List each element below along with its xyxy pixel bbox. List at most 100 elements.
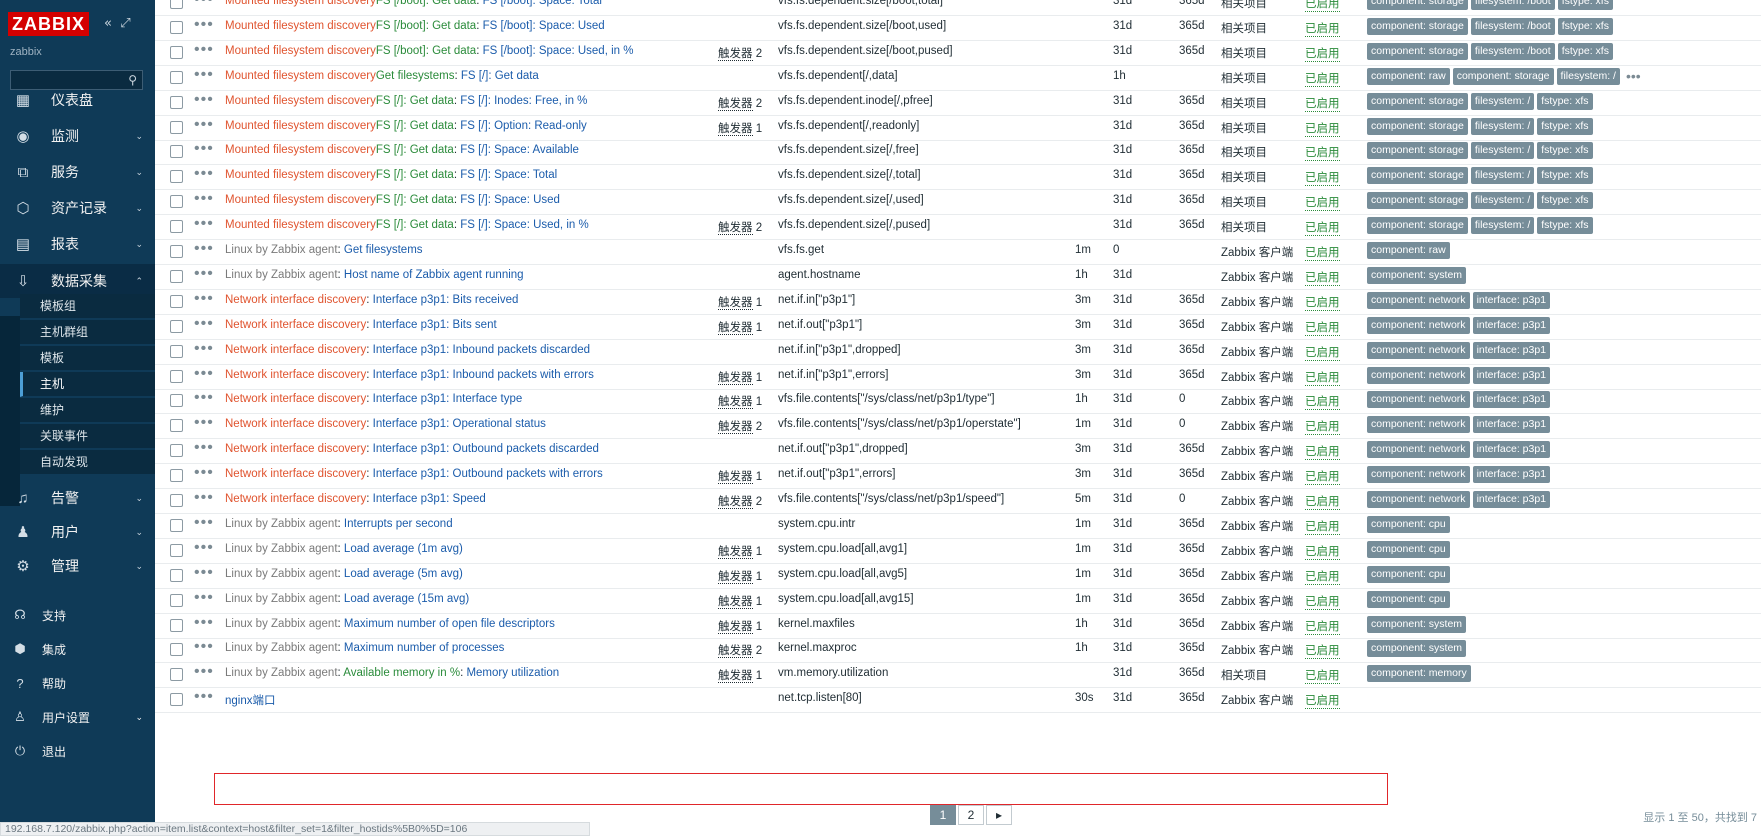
tag[interactable]: fstype: xfs [1557, 17, 1613, 35]
template-link[interactable]: Network interface discovery [225, 393, 366, 405]
status-toggle[interactable]: 已启用 [1305, 393, 1340, 411]
template-link[interactable]: Linux by Zabbix agent [225, 568, 338, 580]
tag[interactable]: filesystem: / [1470, 167, 1535, 185]
template-link[interactable]: Mounted filesystem discovery [225, 169, 376, 181]
tag[interactable]: component: cpu [1367, 515, 1450, 533]
row-checkbox[interactable] [170, 0, 183, 9]
row-checkbox[interactable] [170, 618, 183, 632]
row-checkbox[interactable] [170, 693, 183, 707]
zabbix-logo[interactable]: ZABBIX [8, 12, 89, 36]
nav-admin[interactable]: ⚙ 管理 ⌄ [0, 549, 155, 583]
status-toggle[interactable]: 已启用 [1305, 120, 1340, 137]
template-link[interactable]: Network interface discovery [225, 319, 366, 331]
triggers-label[interactable]: 触发器 [718, 371, 753, 385]
tag[interactable]: component: storage [1367, 192, 1468, 210]
template-link[interactable]: Network interface discovery [225, 294, 366, 306]
item-link[interactable]: FS [/]: Space: Total [460, 169, 557, 181]
triggers-label[interactable]: 触发器 [718, 421, 753, 435]
tag[interactable]: filesystem: /boot [1470, 17, 1555, 35]
row-checkbox[interactable] [170, 668, 183, 682]
row-checkbox[interactable] [170, 518, 183, 532]
master-item-link[interactable]: FS [/]: Get data [376, 120, 454, 132]
item-link[interactable]: Interface p3p1: Speed [373, 493, 486, 505]
row-actions-icon[interactable]: ••• [194, 614, 214, 632]
chevrons-left-icon[interactable]: « [104, 16, 112, 31]
tag[interactable]: interface: p3p1 [1472, 441, 1551, 459]
submenu-item[interactable]: 维护 [20, 398, 155, 423]
status-toggle[interactable]: 已启用 [1305, 618, 1340, 635]
master-item-link[interactable]: FS [/boot]: Get data [376, 0, 476, 7]
master-item-link[interactable]: Available memory in % [343, 667, 460, 679]
triggers-label[interactable]: 触发器 [718, 670, 753, 684]
footer-integrations[interactable]: ⬢ 集成 [0, 635, 155, 663]
master-item-link[interactable]: FS [/]: Get data [376, 95, 454, 107]
row-checkbox[interactable] [170, 95, 183, 109]
row-actions-icon[interactable]: ••• [194, 41, 214, 59]
tag[interactable]: interface: p3p1 [1472, 366, 1551, 384]
row-checkbox[interactable] [170, 469, 183, 483]
item-link[interactable]: Interface p3p1: Outbound packets discard… [373, 443, 599, 455]
tag[interactable]: fstype: xfs [1537, 142, 1593, 160]
row-actions-icon[interactable]: ••• [194, 140, 214, 158]
row-checkbox[interactable] [170, 45, 183, 59]
status-toggle[interactable]: 已启用 [1305, 593, 1340, 610]
submenu-item[interactable]: 主机群组 [20, 320, 155, 345]
tag[interactable]: component: network [1367, 316, 1470, 334]
template-link[interactable]: Linux by Zabbix agent [225, 244, 338, 256]
tag[interactable]: component: cpu [1367, 540, 1450, 558]
row-checkbox[interactable] [170, 369, 183, 383]
status-toggle[interactable]: 已启用 [1305, 45, 1340, 62]
status-toggle[interactable]: 已启用 [1305, 642, 1340, 660]
row-actions-icon[interactable]: ••• [194, 439, 214, 457]
submenu-item[interactable]: 自动发现 [20, 450, 155, 475]
row-actions-icon[interactable]: ••• [194, 365, 214, 383]
tag[interactable]: filesystem: /boot [1470, 42, 1555, 60]
row-checkbox[interactable] [170, 444, 183, 458]
item-link[interactable]: Maximum number of processes [344, 642, 504, 654]
row-checkbox[interactable] [170, 494, 183, 507]
row-actions-icon[interactable]: ••• [194, 315, 214, 333]
status-toggle[interactable]: 已启用 [1305, 169, 1340, 187]
row-actions-icon[interactable]: ••• [194, 514, 214, 532]
row-actions-icon[interactable]: ••• [194, 190, 214, 208]
tag[interactable]: filesystem: / [1470, 192, 1535, 210]
row-checkbox[interactable] [170, 70, 183, 84]
row-checkbox[interactable] [170, 543, 183, 557]
status-toggle[interactable]: 已启用 [1305, 493, 1340, 510]
status-toggle[interactable]: 已启用 [1305, 219, 1340, 237]
tag[interactable]: interface: p3p1 [1472, 391, 1551, 409]
triggers-link[interactable]: 触发器 1 [718, 618, 762, 634]
tag[interactable]: component: raw [1367, 242, 1450, 259]
master-item-link[interactable]: FS [/]: Get data [376, 219, 454, 231]
row-checkbox[interactable] [170, 643, 183, 657]
template-link[interactable]: Linux by Zabbix agent [225, 269, 338, 281]
template-link[interactable]: Mounted filesystem discovery [225, 144, 376, 156]
footer-support[interactable]: ☊ 支持 [0, 601, 155, 629]
nav-services[interactable]: ⧉ 服务 ⌄ [0, 155, 155, 189]
template-link[interactable]: Network interface discovery [225, 443, 366, 455]
status-toggle[interactable]: 已启用 [1305, 443, 1340, 461]
triggers-label[interactable]: 触发器 [718, 97, 753, 111]
triggers-link[interactable]: 触发器 1 [718, 294, 762, 310]
template-link[interactable]: Mounted filesystem discovery [225, 120, 376, 132]
tag[interactable]: component: system [1367, 615, 1467, 633]
tag[interactable]: component: storage [1367, 17, 1468, 35]
triggers-label[interactable]: 触发器 [718, 471, 753, 485]
row-actions-icon[interactable]: ••• [194, 464, 214, 482]
row-actions-icon[interactable]: ••• [194, 389, 214, 407]
triggers-label[interactable]: 触发器 [718, 620, 753, 634]
row-checkbox[interactable] [170, 245, 183, 258]
tag[interactable]: filesystem: / [1556, 67, 1620, 85]
triggers-link[interactable]: 触发器 2 [718, 493, 762, 509]
row-actions-icon[interactable]: ••• [194, 265, 214, 283]
row-actions-icon[interactable]: ••• [194, 688, 214, 706]
triggers-label[interactable]: 触发器 [718, 496, 753, 509]
tag[interactable]: component: network [1367, 291, 1470, 309]
template-link[interactable]: Network interface discovery [225, 369, 366, 381]
status-toggle[interactable]: 已启用 [1305, 344, 1340, 361]
tag[interactable]: filesystem: /boot [1470, 0, 1555, 10]
triggers-link[interactable]: 触发器 1 [718, 369, 762, 385]
status-toggle[interactable]: 已启用 [1305, 667, 1340, 685]
status-toggle[interactable]: 已启用 [1305, 70, 1340, 87]
tag[interactable]: component: storage [1367, 92, 1468, 110]
